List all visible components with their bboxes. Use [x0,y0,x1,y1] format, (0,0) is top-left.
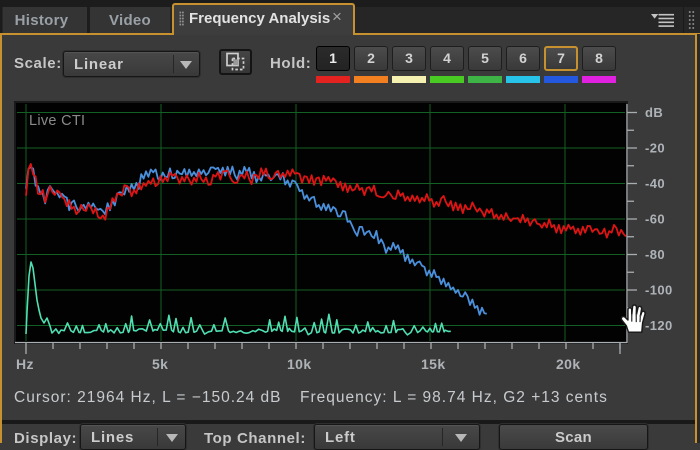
svg-text:5k: 5k [152,356,168,372]
svg-text:Live CTI: Live CTI [29,113,85,129]
svg-text:-20: -20 [645,141,665,156]
svg-text:dB: dB [645,105,663,120]
svg-text:-80: -80 [645,247,665,262]
svg-text:10k: 10k [287,356,312,372]
svg-text:Hz: Hz [16,356,34,372]
svg-text:-40: -40 [645,176,665,191]
svg-text:15k: 15k [421,356,446,372]
svg-text:-100: -100 [645,283,673,298]
svg-text:20k: 20k [556,356,581,372]
svg-text:-60: -60 [645,212,665,227]
svg-text:-120: -120 [645,318,673,333]
